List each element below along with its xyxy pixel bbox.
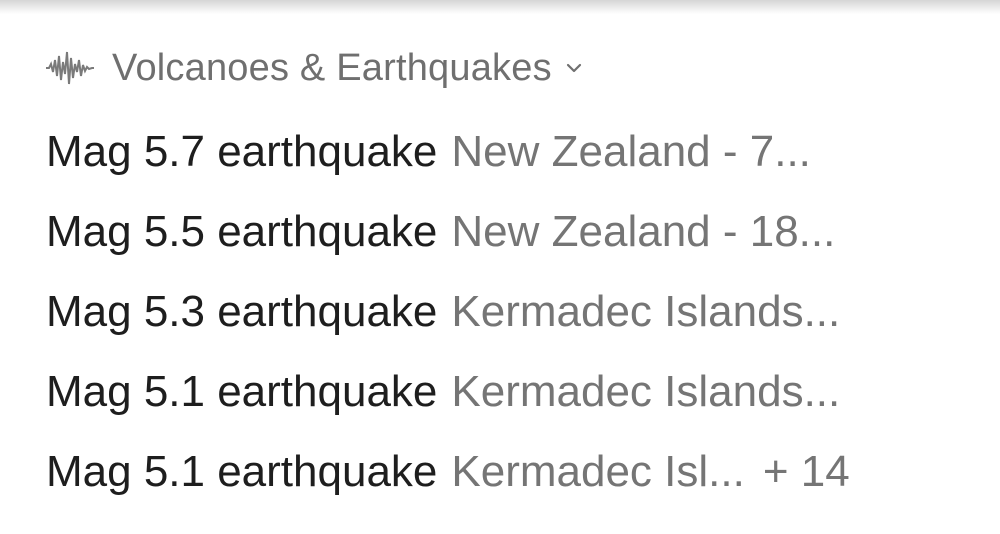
item-subtitle: Kermadec Islands... (451, 287, 841, 336)
category-header[interactable]: Volcanoes & Earthquakes (46, 44, 582, 92)
chevron-down-icon[interactable] (566, 62, 582, 74)
item-title: Mag 5.7 earthquake (46, 127, 438, 176)
category-title: Volcanoes & Earthquakes (112, 46, 552, 89)
list-item[interactable]: Mag 5.7 earthquake New Zealand - 7... (46, 112, 976, 192)
earthquake-list: Mag 5.7 earthquake New Zealand - 7... Ma… (46, 112, 976, 512)
item-subtitle: New Zealand - 18... (451, 207, 836, 256)
top-shadow (0, 0, 1000, 14)
item-subtitle: New Zealand - 7... (451, 127, 811, 176)
seismograph-icon (46, 48, 94, 88)
list-item[interactable]: Mag 5.1 earthquake Kermadec Islands... (46, 352, 976, 432)
item-title: Mag 5.1 earthquake (46, 447, 438, 496)
item-title: Mag 5.1 earthquake (46, 367, 438, 416)
list-item[interactable]: Mag 5.1 earthquake Kermadec Isl... + 14 (46, 432, 976, 512)
more-count-badge[interactable]: + 14 (763, 447, 850, 497)
item-subtitle: Kermadec Isl... (451, 447, 745, 496)
item-title: Mag 5.5 earthquake (46, 207, 438, 256)
list-item[interactable]: Mag 5.3 earthquake Kermadec Islands... (46, 272, 976, 352)
item-subtitle: Kermadec Islands... (451, 367, 841, 416)
list-item[interactable]: Mag 5.5 earthquake New Zealand - 18... (46, 192, 976, 272)
item-title: Mag 5.3 earthquake (46, 287, 438, 336)
